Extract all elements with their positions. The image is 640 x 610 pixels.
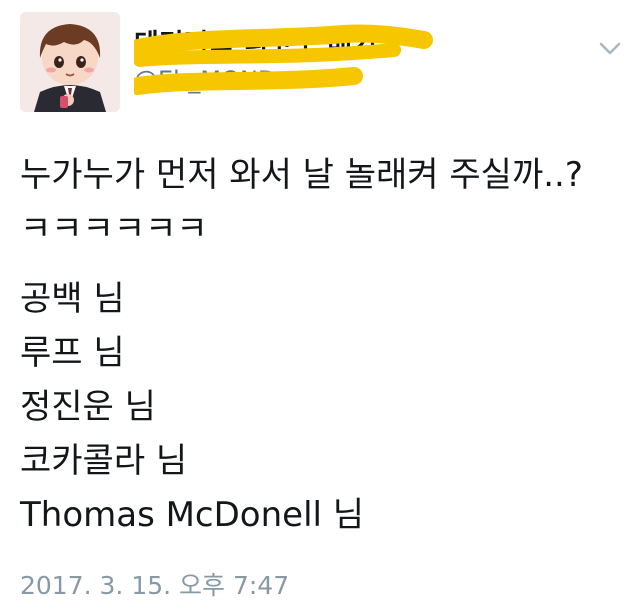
display-name[interactable]: 테리리■ 니코노 배기: [134, 22, 377, 61]
name-list-item: 공백 님: [20, 279, 125, 319]
name-list-item: 루프 님: [20, 333, 125, 373]
user-handle[interactable]: @Eh_MOND: [134, 66, 276, 94]
name-list-item: 코카콜라 님: [20, 441, 188, 481]
cartoon-boy-avatar-icon: [20, 12, 120, 112]
tweet-timestamp[interactable]: 2017. 3. 15. 오후 7:47: [20, 566, 289, 602]
tweet-card: 테리리■ 니코노 배기 @Eh_MOND 누가누가 먼저 와서 날 놀래켜 주실…: [0, 0, 640, 610]
chevron-down-icon: [599, 42, 621, 55]
avatar[interactable]: [20, 12, 120, 112]
tweet-line: ㅋㅋㅋㅋㅋㅋ: [20, 209, 208, 249]
user-info[interactable]: 테리리■ 니코노 배기 @Eh_MOND: [134, 22, 434, 102]
tweet-line: 누가누가 먼저 와서 날 놀래켜 주실까..?: [20, 155, 583, 195]
tweet-text: 누가누가 먼저 와서 날 놀래켜 주실까..? ㅋㅋㅋㅋㅋㅋ 공백 님 루프 님…: [20, 148, 625, 542]
name-list-item: Thomas McDonell 님: [20, 495, 365, 535]
name-list-item: 정진운 님: [20, 387, 156, 427]
tweet-menu-button[interactable]: [596, 36, 624, 60]
